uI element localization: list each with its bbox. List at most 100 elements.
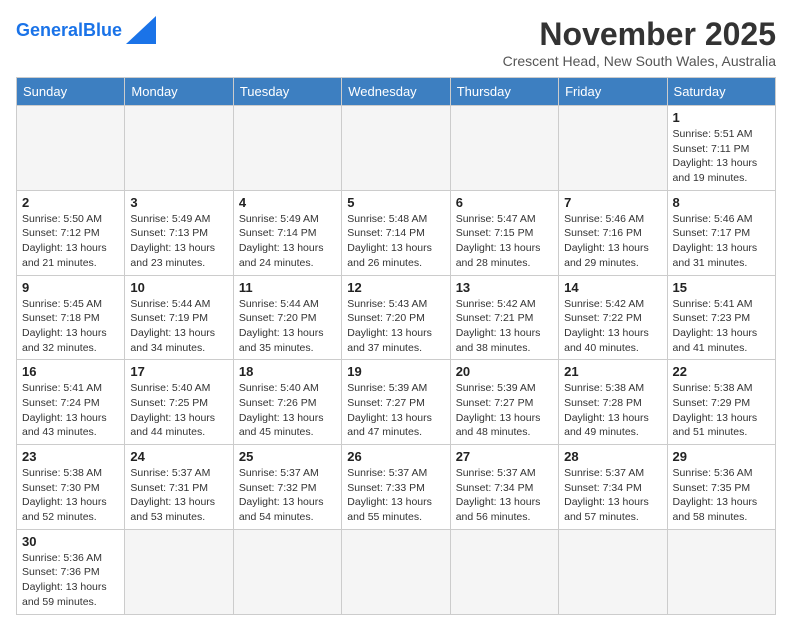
day-number: 30 — [22, 534, 119, 549]
calendar-cell: 19Sunrise: 5:39 AM Sunset: 7:27 PM Dayli… — [342, 360, 450, 445]
calendar-cell — [125, 106, 233, 191]
day-info: Sunrise: 5:44 AM Sunset: 7:20 PM Dayligh… — [239, 297, 336, 356]
calendar-header-monday: Monday — [125, 78, 233, 106]
calendar-cell — [342, 106, 450, 191]
day-info: Sunrise: 5:40 AM Sunset: 7:26 PM Dayligh… — [239, 381, 336, 440]
calendar-table: SundayMondayTuesdayWednesdayThursdayFrid… — [16, 77, 776, 615]
calendar-week-0: 1 Sunrise: 5:51 AM Sunset: 7:11 PM Daylig… — [17, 106, 776, 191]
calendar-cell: 12Sunrise: 5:43 AM Sunset: 7:20 PM Dayli… — [342, 275, 450, 360]
calendar-cell: 20 Sunrise: 5:39 AM Sunset: 7:27 PM Dayli… — [450, 360, 558, 445]
day-number: 11 — [239, 280, 336, 295]
day-info: Sunrise: 5:51 AM Sunset: 7:11 PM Dayligh… — [673, 127, 770, 186]
day-number: 26 — [347, 449, 444, 464]
page-header: GeneralBlue November 2025 Crescent Head,… — [16, 16, 776, 69]
logo-general: General — [16, 20, 83, 40]
calendar-cell: 5 Sunrise: 5:48 AM Sunset: 7:14 PM Daylig… — [342, 190, 450, 275]
day-number: 20 — [456, 364, 553, 379]
calendar-header-sunday: Sunday — [17, 78, 125, 106]
calendar-week-2: 9 Sunrise: 5:45 AM Sunset: 7:18 PM Daylig… — [17, 275, 776, 360]
calendar-cell: 7Sunrise: 5:46 AM Sunset: 7:16 PM Daylig… — [559, 190, 667, 275]
day-info: Sunrise: 5:48 AM Sunset: 7:14 PM Dayligh… — [347, 212, 444, 271]
calendar-cell: 22 Sunrise: 5:38 AM Sunset: 7:29 PM Dayli… — [667, 360, 775, 445]
calendar-week-5: 30 Sunrise: 5:36 AM Sunset: 7:36 PM Dayli… — [17, 529, 776, 614]
day-number: 9 — [22, 280, 119, 295]
day-number: 18 — [239, 364, 336, 379]
day-info: Sunrise: 5:38 AM Sunset: 7:30 PM Dayligh… — [22, 466, 119, 525]
calendar-cell — [450, 106, 558, 191]
logo-blue: Blue — [83, 20, 122, 40]
calendar-cell — [559, 529, 667, 614]
day-number: 24 — [130, 449, 227, 464]
calendar-cell: 15Sunrise: 5:41 AM Sunset: 7:23 PM Dayli… — [667, 275, 775, 360]
day-number: 14 — [564, 280, 661, 295]
calendar-week-3: 16Sunrise: 5:41 AM Sunset: 7:24 PM Dayli… — [17, 360, 776, 445]
day-number: 22 — [673, 364, 770, 379]
day-info: Sunrise: 5:49 AM Sunset: 7:14 PM Dayligh… — [239, 212, 336, 271]
day-info: Sunrise: 5:44 AM Sunset: 7:19 PM Dayligh… — [130, 297, 227, 356]
day-info: Sunrise: 5:46 AM Sunset: 7:16 PM Dayligh… — [564, 212, 661, 271]
calendar-cell: 8 Sunrise: 5:46 AM Sunset: 7:17 PM Daylig… — [667, 190, 775, 275]
day-number: 29 — [673, 449, 770, 464]
day-info: Sunrise: 5:41 AM Sunset: 7:23 PM Dayligh… — [673, 297, 770, 356]
month-title: November 2025 — [503, 16, 776, 53]
calendar-cell: 26 Sunrise: 5:37 AM Sunset: 7:33 PM Dayli… — [342, 445, 450, 530]
day-info: Sunrise: 5:42 AM Sunset: 7:21 PM Dayligh… — [456, 297, 553, 356]
day-info: Sunrise: 5:46 AM Sunset: 7:17 PM Dayligh… — [673, 212, 770, 271]
calendar-cell: 4Sunrise: 5:49 AM Sunset: 7:14 PM Daylig… — [233, 190, 341, 275]
calendar-header-wednesday: Wednesday — [342, 78, 450, 106]
calendar-cell: 18 Sunrise: 5:40 AM Sunset: 7:26 PM Dayli… — [233, 360, 341, 445]
calendar-cell — [17, 106, 125, 191]
day-number: 28 — [564, 449, 661, 464]
day-number: 12 — [347, 280, 444, 295]
logo-icon — [126, 16, 156, 44]
day-info: Sunrise: 5:47 AM Sunset: 7:15 PM Dayligh… — [456, 212, 553, 271]
calendar-cell: 21 Sunrise: 5:38 AM Sunset: 7:28 PM Dayli… — [559, 360, 667, 445]
calendar-cell — [125, 529, 233, 614]
day-number: 3 — [130, 195, 227, 210]
subtitle: Crescent Head, New South Wales, Australi… — [503, 53, 776, 69]
calendar-cell: 17Sunrise: 5:40 AM Sunset: 7:25 PM Dayli… — [125, 360, 233, 445]
calendar-cell — [342, 529, 450, 614]
day-info: Sunrise: 5:39 AM Sunset: 7:27 PM Dayligh… — [456, 381, 553, 440]
day-info: Sunrise: 5:50 AM Sunset: 7:12 PM Dayligh… — [22, 212, 119, 271]
calendar-cell: 23 Sunrise: 5:38 AM Sunset: 7:30 PM Dayli… — [17, 445, 125, 530]
calendar-cell: 3 Sunrise: 5:49 AM Sunset: 7:13 PM Daylig… — [125, 190, 233, 275]
day-number: 27 — [456, 449, 553, 464]
calendar-cell — [450, 529, 558, 614]
calendar-cell: 30 Sunrise: 5:36 AM Sunset: 7:36 PM Dayli… — [17, 529, 125, 614]
calendar-cell: 2Sunrise: 5:50 AM Sunset: 7:12 PM Daylig… — [17, 190, 125, 275]
title-area: November 2025 Crescent Head, New South W… — [503, 16, 776, 69]
calendar-week-1: 2Sunrise: 5:50 AM Sunset: 7:12 PM Daylig… — [17, 190, 776, 275]
day-number: 8 — [673, 195, 770, 210]
day-info: Sunrise: 5:38 AM Sunset: 7:28 PM Dayligh… — [564, 381, 661, 440]
calendar-cell: 27Sunrise: 5:37 AM Sunset: 7:34 PM Dayli… — [450, 445, 558, 530]
calendar-cell — [559, 106, 667, 191]
calendar-cell — [233, 529, 341, 614]
day-info: Sunrise: 5:40 AM Sunset: 7:25 PM Dayligh… — [130, 381, 227, 440]
calendar-cell: 9 Sunrise: 5:45 AM Sunset: 7:18 PM Daylig… — [17, 275, 125, 360]
day-info: Sunrise: 5:41 AM Sunset: 7:24 PM Dayligh… — [22, 381, 119, 440]
day-info: Sunrise: 5:37 AM Sunset: 7:32 PM Dayligh… — [239, 466, 336, 525]
calendar-week-4: 23 Sunrise: 5:38 AM Sunset: 7:30 PM Dayli… — [17, 445, 776, 530]
day-number: 21 — [564, 364, 661, 379]
day-info: Sunrise: 5:49 AM Sunset: 7:13 PM Dayligh… — [130, 212, 227, 271]
calendar-cell — [667, 529, 775, 614]
calendar-cell: 28Sunrise: 5:37 AM Sunset: 7:34 PM Dayli… — [559, 445, 667, 530]
day-info: Sunrise: 5:36 AM Sunset: 7:36 PM Dayligh… — [22, 551, 119, 610]
logo: GeneralBlue — [16, 16, 156, 44]
logo-text: GeneralBlue — [16, 20, 122, 41]
calendar-header-row: SundayMondayTuesdayWednesdayThursdayFrid… — [17, 78, 776, 106]
calendar-cell: 6Sunrise: 5:47 AM Sunset: 7:15 PM Daylig… — [450, 190, 558, 275]
day-info: Sunrise: 5:36 AM Sunset: 7:35 PM Dayligh… — [673, 466, 770, 525]
day-info: Sunrise: 5:37 AM Sunset: 7:31 PM Dayligh… — [130, 466, 227, 525]
day-info: Sunrise: 5:38 AM Sunset: 7:29 PM Dayligh… — [673, 381, 770, 440]
day-number: 5 — [347, 195, 444, 210]
day-info: Sunrise: 5:42 AM Sunset: 7:22 PM Dayligh… — [564, 297, 661, 356]
day-info: Sunrise: 5:45 AM Sunset: 7:18 PM Dayligh… — [22, 297, 119, 356]
day-info: Sunrise: 5:37 AM Sunset: 7:33 PM Dayligh… — [347, 466, 444, 525]
day-number: 1 — [673, 110, 770, 125]
day-number: 25 — [239, 449, 336, 464]
calendar-cell — [233, 106, 341, 191]
day-number: 10 — [130, 280, 227, 295]
day-number: 23 — [22, 449, 119, 464]
